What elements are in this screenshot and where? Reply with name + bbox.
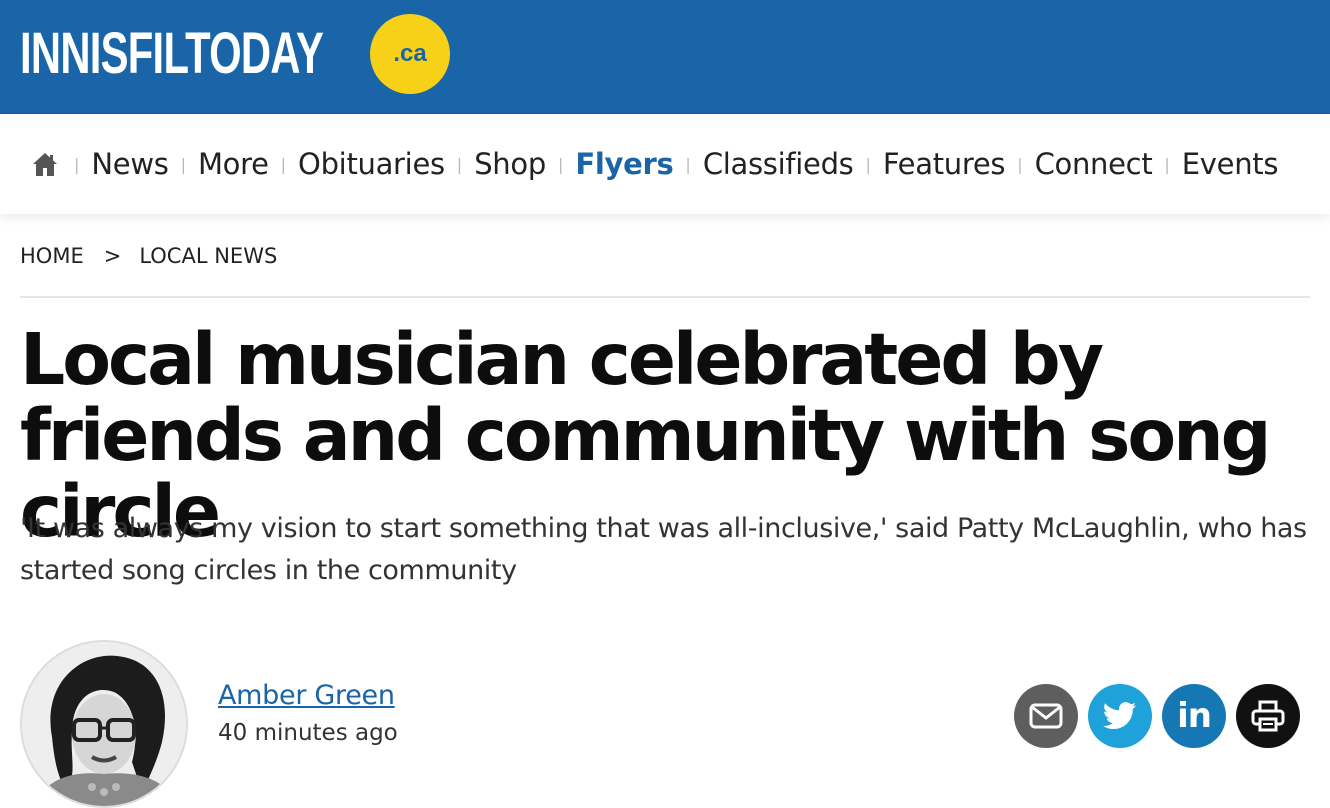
nav-item-classifieds[interactable]: Classifieds: [703, 147, 854, 181]
breadcrumb-separator: >: [103, 244, 122, 268]
published-time: 40 minutes ago: [218, 720, 398, 746]
nav-item-connect[interactable]: Connect: [1035, 147, 1153, 181]
share-email-button[interactable]: [1014, 684, 1078, 748]
author-avatar[interactable]: [20, 640, 188, 808]
nav-item-shop[interactable]: Shop: [474, 147, 546, 181]
breadcrumb-section[interactable]: LOCAL NEWS: [139, 244, 277, 268]
nav-item-more[interactable]: More: [198, 147, 269, 181]
article-subtitle: 'It was always my vision to start someth…: [20, 513, 1307, 586]
nav-separator: |: [180, 154, 186, 174]
logo-badge: .ca: [370, 14, 450, 94]
nav-separator: |: [557, 154, 564, 174]
nav-item-events[interactable]: Events: [1182, 147, 1279, 181]
breadcrumb-home[interactable]: HOME: [20, 244, 84, 268]
main-nav: | News | More | Obituaries | Shop | Flye…: [0, 114, 1330, 214]
breadcrumb: HOME > LOCAL NEWS: [20, 244, 277, 268]
print-icon: [1251, 700, 1285, 732]
nav-item-obituaries[interactable]: Obituaries: [298, 147, 445, 181]
nav-separator: |: [685, 154, 691, 174]
author-name-link[interactable]: Amber Green: [218, 680, 395, 711]
nav-separator: |: [865, 154, 871, 174]
nav-item-news[interactable]: News: [91, 147, 168, 181]
nav-list: | News | More | Obituaries | Shop | Flye…: [32, 114, 1278, 214]
divider: [20, 296, 1310, 298]
share-twitter-button[interactable]: [1088, 684, 1152, 748]
linkedin-icon: in: [1177, 696, 1212, 736]
email-icon: [1029, 703, 1063, 729]
nav-separator: |: [1164, 154, 1170, 174]
share-linkedin-button[interactable]: in: [1162, 684, 1226, 748]
nav-separator: |: [280, 154, 287, 174]
nav-item-features[interactable]: Features: [883, 147, 1006, 181]
nav-separator: |: [1017, 154, 1023, 174]
logo-text: INNISFILTODAY: [20, 21, 324, 86]
nav-separator: |: [456, 154, 463, 174]
site-logo[interactable]: INNISFILTODAY .ca: [20, 14, 450, 94]
home-icon[interactable]: [32, 150, 58, 178]
site-header: INNISFILTODAY .ca: [0, 0, 1330, 114]
nav-separator: |: [74, 154, 80, 174]
twitter-icon: [1103, 702, 1137, 730]
print-button[interactable]: [1236, 684, 1300, 748]
nav-item-flyers[interactable]: Flyers: [575, 147, 673, 181]
